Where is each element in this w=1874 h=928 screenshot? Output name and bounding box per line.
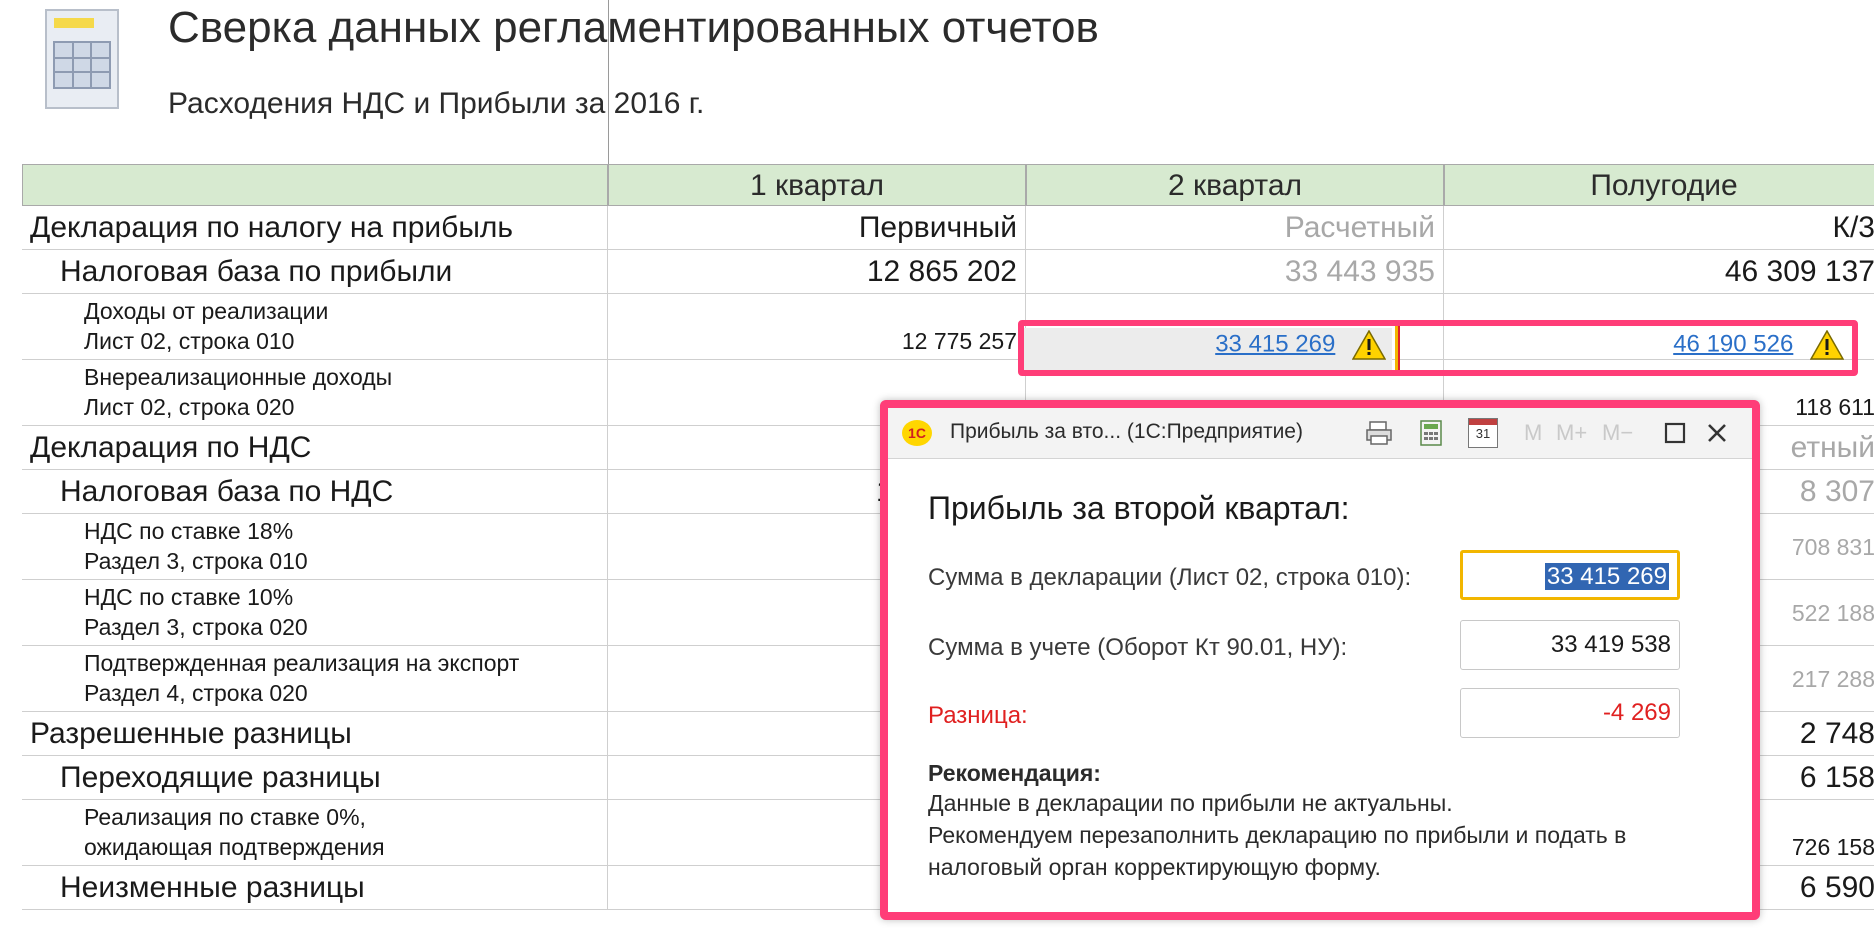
header-cell-label xyxy=(22,164,608,206)
row-label: Разрешенные разницы xyxy=(30,717,352,750)
recommendation-line: Данные в декларации по прибыли не актуал… xyxy=(928,790,1453,816)
table-row: Декларация по налогу на прибыль Первичны… xyxy=(22,206,1874,250)
cell-value: 217 288 xyxy=(1791,666,1874,692)
cell-value: Первичный xyxy=(858,211,1017,244)
warning-icon[interactable] xyxy=(1810,330,1844,360)
row-label: Декларация по налогу на прибыль xyxy=(30,211,514,244)
cell-value: 6 590 xyxy=(1799,871,1874,904)
cell-value: 522 188 xyxy=(1791,600,1874,626)
declaration-sum-value: 33 415 269 xyxy=(1544,563,1669,590)
halfyear-income-link[interactable]: 46 190 526 xyxy=(1673,330,1844,360)
calculator-icon[interactable] xyxy=(1416,418,1446,448)
cell-value: 6 158 xyxy=(1799,761,1874,794)
row-label: Налоговая база по прибыли xyxy=(60,255,453,288)
memory-plus-button[interactable]: M+ xyxy=(1556,418,1587,448)
report-document-icon xyxy=(45,9,119,109)
cell-value: К/3 xyxy=(1832,211,1874,244)
popup-heading: Прибыль за второй квартал: xyxy=(928,490,1350,526)
cell-value: 8 307 xyxy=(1799,475,1874,508)
page-subtitle: Расходения НДС и Прибыли за 2016 г. xyxy=(168,87,705,120)
cell-value: 726 158 xyxy=(1791,834,1874,860)
table-row: Налоговая база по прибыли 12 865 202 33 … xyxy=(22,250,1874,294)
cell-value: 12 865 202 xyxy=(866,255,1017,288)
row-label: НДС по ставке 10% xyxy=(84,584,294,610)
warning-icon[interactable] xyxy=(1352,330,1386,360)
cell-value: 33 443 935 xyxy=(1284,255,1435,288)
column-divider xyxy=(608,0,609,164)
maximize-icon[interactable] xyxy=(1660,418,1690,448)
cell-value: 118 611 xyxy=(1795,394,1874,420)
header-halfyear: Полугодие xyxy=(1444,164,1874,206)
row-label: Подтвержденная реализация на экспорт xyxy=(84,650,520,676)
row-label: Доходы от реализации xyxy=(84,298,329,324)
row-sublabel: ожидающая подтверждения xyxy=(84,834,385,860)
popup-titlebar[interactable]: 1С Прибыль за вто... (1С:Предприятие) 31… xyxy=(888,408,1752,459)
calendar-icon-label: 31 xyxy=(1475,426,1491,441)
memory-minus-button[interactable]: M− xyxy=(1602,418,1633,448)
page-title: Сверка данных регламентированных отчетов xyxy=(168,3,1099,52)
cell-value: 2 748 xyxy=(1799,717,1874,750)
header-q1: 1 квартал xyxy=(608,164,1026,206)
discrepancy-highlight: 33 415 269 46 190 526 xyxy=(1018,320,1858,376)
recommendation-line: Рекомендуем перезаполнить декларацию по … xyxy=(928,822,1627,848)
accounting-sum-label: Сумма в учете (Оборот Кт 90.01, НУ): xyxy=(928,634,1348,661)
cell-value: етный xyxy=(1790,431,1874,464)
row-label: Переходящие разницы xyxy=(60,761,381,794)
row-label: Неизменные разницы xyxy=(60,871,365,904)
recommendation-title: Рекомендация: xyxy=(928,760,1101,786)
header-q2: 2 квартал xyxy=(1026,164,1444,206)
row-sublabel: Раздел 4, строка 020 xyxy=(84,680,308,706)
calendar-icon[interactable]: 31 xyxy=(1468,418,1498,448)
row-label: НДС по ставке 18% xyxy=(84,518,294,544)
row-label: Внереализационные доходы xyxy=(84,364,393,390)
row-label: Реализация по ставке 0%, xyxy=(84,804,366,830)
cell-value: Расчетный xyxy=(1284,211,1435,244)
profit-popup-window[interactable]: 1С Прибыль за вто... (1С:Предприятие) 31… xyxy=(880,400,1760,920)
q2-income-link[interactable]: 33 415 269 xyxy=(1215,330,1386,360)
row-sublabel: Лист 02, строка 020 xyxy=(84,394,295,420)
row-label: Налоговая база по НДС xyxy=(60,475,394,508)
row-sublabel: Раздел 3, строка 010 xyxy=(84,548,308,574)
accounting-sum-field[interactable]: 33 419 538 xyxy=(1460,620,1680,670)
cell-value: 46 309 137 xyxy=(1724,255,1874,288)
declaration-sum-label: Сумма в декларации (Лист 02, строка 010)… xyxy=(928,564,1412,591)
declaration-sum-field[interactable]: 33 415 269 xyxy=(1460,550,1680,600)
row-label: Декларация по НДС xyxy=(30,431,312,464)
print-icon[interactable] xyxy=(1364,418,1394,448)
recommendation-line: налоговый орган корректирующую форму. xyxy=(928,854,1381,880)
cell-value: 12 775 257 xyxy=(901,328,1017,354)
row-sublabel: Лист 02, строка 010 xyxy=(84,328,295,354)
cell-value: 708 831 xyxy=(1791,534,1874,560)
difference-label: Разница: xyxy=(928,702,1028,729)
memory-m-button[interactable]: M xyxy=(1524,418,1542,448)
close-icon[interactable] xyxy=(1702,418,1732,448)
popup-window-title: Прибыль за вто... (1С:Предприятие) xyxy=(950,420,1303,443)
app-logo-icon: 1С xyxy=(902,420,932,446)
row-sublabel: Раздел 3, строка 020 xyxy=(84,614,308,640)
difference-field[interactable]: -4 269 xyxy=(1460,688,1680,738)
